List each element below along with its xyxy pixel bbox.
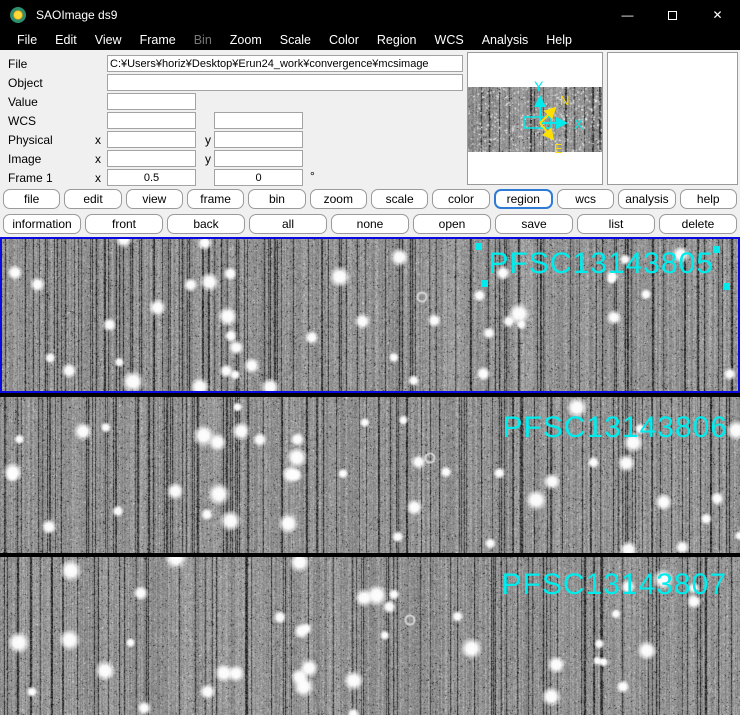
menu-item-view[interactable]: View — [86, 33, 131, 47]
object-label: Object — [8, 76, 43, 90]
frame1-region-label[interactable]: PFSC13143805 — [489, 247, 715, 281]
wcs-x-field[interactable] — [107, 112, 196, 129]
physical-label: Physical — [8, 133, 53, 147]
toolbar-button-information[interactable]: information — [3, 214, 81, 234]
menu-item-bin: Bin — [185, 33, 221, 47]
physical-y-field[interactable] — [214, 131, 303, 148]
frame3-label-text: PFSC13143807 — [502, 568, 728, 601]
toolbar-button-frame[interactable]: frame — [187, 189, 244, 209]
toolbar-button-list[interactable]: list — [577, 214, 655, 234]
image-frame-3[interactable]: PFSC13143807 — [0, 557, 740, 715]
north-arrow — [540, 108, 555, 123]
toolbar-button-all[interactable]: all — [249, 214, 327, 234]
close-button[interactable]: ✕ — [695, 0, 740, 30]
file-value-field[interactable] — [107, 55, 463, 72]
image-x-field[interactable] — [107, 150, 196, 167]
menu-bar: FileEditViewFrameBinZoomScaleColorRegion… — [0, 30, 740, 50]
menu-item-edit[interactable]: Edit — [46, 33, 86, 47]
toolbar-button-zoom[interactable]: zoom — [310, 189, 367, 209]
menu-item-analysis[interactable]: Analysis — [473, 33, 538, 47]
magnifier-panel[interactable] — [607, 52, 738, 185]
north-label: N — [560, 93, 569, 108]
menu-item-color[interactable]: Color — [320, 33, 368, 47]
window-controls: — ✕ — [605, 0, 740, 30]
maximize-icon — [668, 11, 677, 20]
selection-handle-tr[interactable] — [713, 246, 720, 253]
ds9-window: SAOImage ds9 — ✕ FileEditViewFrameBinZoo… — [0, 0, 740, 715]
toolbar-button-view[interactable]: view — [126, 189, 183, 209]
image-x-label: x — [95, 152, 101, 166]
wcs-y-field[interactable] — [214, 112, 303, 129]
title-bar: SAOImage ds9 — ✕ — [0, 0, 740, 30]
toolbar-button-save[interactable]: save — [495, 214, 573, 234]
selection-handle-br[interactable] — [723, 283, 730, 290]
minimize-icon: — — [622, 8, 634, 22]
frame-x-label: x — [95, 171, 101, 185]
window-title: SAOImage ds9 — [36, 8, 117, 22]
menu-item-scale[interactable]: Scale — [271, 33, 320, 47]
toolbar-button-region[interactable]: region — [494, 189, 553, 209]
value-field[interactable] — [107, 93, 196, 110]
file-label: File — [8, 57, 27, 71]
toolbar-button-delete[interactable]: delete — [659, 214, 737, 234]
frame3-region-label[interactable]: PFSC13143807 — [502, 568, 728, 602]
image-y-label: y — [205, 152, 211, 166]
frame-x-field[interactable] — [107, 169, 196, 186]
object-value-field[interactable] — [107, 74, 463, 91]
minimize-button[interactable]: — — [605, 0, 650, 30]
wcs-label: WCS — [8, 114, 36, 128]
image-frame-2[interactable]: PFSC13143806 — [0, 397, 740, 553]
image-label: Image — [8, 152, 41, 166]
menu-item-zoom[interactable]: Zoom — [221, 33, 271, 47]
menu-item-file[interactable]: File — [8, 33, 46, 47]
menu-item-help[interactable]: Help — [537, 33, 581, 47]
toolbar-button-edit[interactable]: edit — [64, 189, 121, 209]
value-label: Value — [8, 95, 38, 109]
ds9-app-icon — [10, 7, 26, 23]
toolbar-button-open[interactable]: open — [413, 214, 491, 234]
toolbar-button-back[interactable]: back — [167, 214, 245, 234]
frame-angle-field[interactable] — [214, 169, 303, 186]
x-axis-label: X — [574, 116, 584, 132]
toolbar-button-bin[interactable]: bin — [248, 189, 305, 209]
close-icon: ✕ — [712, 8, 722, 22]
image-y-field[interactable] — [214, 150, 303, 167]
toolbar-button-wcs[interactable]: wcs — [557, 189, 614, 209]
toolbar-button-front[interactable]: front — [85, 214, 163, 234]
physical-y-label: y — [205, 133, 211, 147]
degree-symbol: ° — [310, 169, 315, 183]
frame2-label-text: PFSC13143806 — [503, 411, 729, 444]
selection-handle-tl[interactable] — [475, 243, 482, 250]
east-label: E — [554, 141, 563, 156]
toolbar-button-analysis[interactable]: analysis — [618, 189, 675, 209]
panner-panel[interactable]: Y X N E — [467, 52, 603, 185]
maximize-button[interactable] — [650, 0, 695, 30]
menu-item-frame[interactable]: Frame — [131, 33, 185, 47]
frame-label: Frame 1 — [8, 171, 53, 185]
toolbar-button-none[interactable]: none — [331, 214, 409, 234]
toolbar-button-file[interactable]: file — [3, 189, 60, 209]
toolbar-row-1: fileeditviewframebinzoomscalecolorregion… — [0, 187, 740, 211]
info-panel: File Object Value WCS Physical x y Image… — [0, 50, 740, 187]
frame2-region-label[interactable]: PFSC13143806 — [503, 411, 729, 445]
frame1-label-text: PFSC13143805 — [489, 247, 715, 280]
physical-x-field[interactable] — [107, 131, 196, 148]
toolbar-button-scale[interactable]: scale — [371, 189, 428, 209]
toolbar-button-help[interactable]: help — [680, 189, 737, 209]
menu-item-wcs[interactable]: WCS — [426, 33, 473, 47]
physical-x-label: x — [95, 133, 101, 147]
toolbar-button-color[interactable]: color — [432, 189, 489, 209]
selection-handle-bl[interactable] — [481, 280, 488, 287]
menu-item-region[interactable]: Region — [368, 33, 426, 47]
y-axis-label: Y — [534, 78, 544, 94]
image-frame-1[interactable]: PFSC13143805 — [0, 237, 740, 393]
panner-compass: Y X N E — [468, 53, 602, 184]
toolbar-row-2: informationfrontbackallnoneopensavelistd… — [0, 211, 740, 237]
